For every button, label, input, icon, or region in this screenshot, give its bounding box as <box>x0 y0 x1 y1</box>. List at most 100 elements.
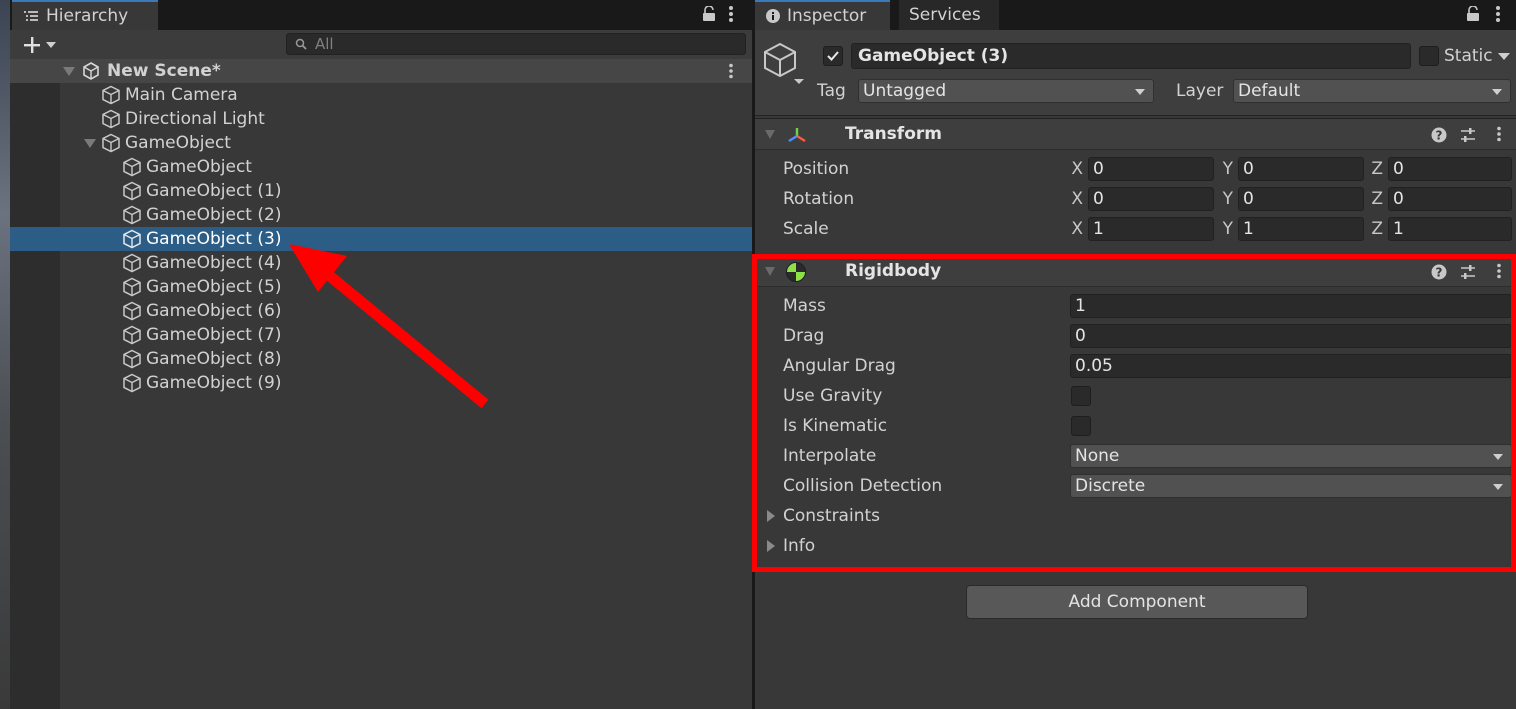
static-checkbox[interactable] <box>1419 46 1439 66</box>
position-x-field[interactable]: 0 <box>1088 157 1214 181</box>
object-name-value: GameObject (3) <box>858 46 1009 66</box>
hierarchy-item-gameobject-3[interactable]: GameObject (3) <box>10 227 752 251</box>
list-item-label: GameObject <box>146 157 252 177</box>
info-label[interactable]: Info <box>783 536 815 556</box>
add-component-button[interactable]: Add Component <box>966 585 1308 619</box>
hierarchy-item-gameobject-1[interactable]: GameObject (1) <box>10 179 752 203</box>
hierarchy-tabbar: Hierarchy <box>10 0 752 30</box>
angular-drag-field[interactable]: 0.05 <box>1070 354 1512 378</box>
kebab-menu-icon[interactable] <box>1495 5 1501 23</box>
component-menu-icon[interactable] <box>1496 126 1502 142</box>
axis-y-label: Y <box>1222 159 1233 179</box>
hierarchy-search-input[interactable]: All <box>286 33 746 55</box>
scale-z-field[interactable]: 1 <box>1388 217 1512 241</box>
scale-y-value: 1 <box>1243 219 1254 239</box>
rotation-z-field[interactable]: 0 <box>1388 187 1512 211</box>
scene-row[interactable]: New Scene* <box>10 59 752 83</box>
gameobject-icon <box>101 85 121 105</box>
gameobject-icon <box>122 205 142 225</box>
tab-services-label: Services <box>909 5 981 25</box>
rigidbody-header[interactable]: Rigidbody ? <box>755 255 1516 287</box>
position-z-value: 0 <box>1393 159 1404 179</box>
tab-services[interactable]: Services <box>899 0 999 30</box>
hierarchy-item-gameobject[interactable]: GameObject <box>10 155 752 179</box>
mass-field[interactable]: 1 <box>1070 294 1512 318</box>
rotation-y-field[interactable]: 0 <box>1238 187 1364 211</box>
layer-label: Layer <box>1176 81 1224 101</box>
component-menu-icon[interactable] <box>1496 263 1502 279</box>
foldout-expanded-icon[interactable] <box>765 130 775 139</box>
help-icon[interactable]: ? <box>1431 264 1447 280</box>
rigidbody-title: Rigidbody <box>845 261 942 281</box>
chevron-down-icon <box>1493 484 1503 490</box>
lock-icon[interactable] <box>1466 6 1480 22</box>
list-item-label: GameObject (7) <box>146 325 282 345</box>
hierarchy-item-gameobject-parent[interactable]: GameObject <box>10 131 752 155</box>
foldout-collapsed-icon[interactable] <box>767 540 775 552</box>
hierarchy-item-gameobject-8[interactable]: GameObject (8) <box>10 347 752 371</box>
layer-dropdown[interactable]: Default <box>1233 79 1511 103</box>
transform-title: Transform <box>845 124 942 144</box>
search-placeholder: All <box>315 35 334 53</box>
foldout-expanded-icon[interactable] <box>61 63 77 79</box>
hierarchy-item-gameobject-6[interactable]: GameObject (6) <box>10 299 752 323</box>
scene-menu-icon[interactable] <box>728 63 734 79</box>
scale-label: Scale <box>783 219 829 239</box>
scene-view-edge <box>0 0 10 709</box>
hierarchy-item-gameobject-9[interactable]: GameObject (9) <box>10 371 752 395</box>
rotation-x-field[interactable]: 0 <box>1088 187 1214 211</box>
is-kinematic-label: Is Kinematic <box>783 416 888 436</box>
scale-y-field[interactable]: 1 <box>1238 217 1364 241</box>
lock-icon[interactable] <box>702 6 716 22</box>
position-y-value: 0 <box>1243 159 1254 179</box>
hierarchy-item-directional-light[interactable]: Directional Light <box>10 107 752 131</box>
use-gravity-checkbox[interactable] <box>1071 386 1091 406</box>
list-item-label: GameObject <box>125 133 231 153</box>
list-item-label: GameObject (4) <box>146 253 282 273</box>
list-item-label: GameObject (2) <box>146 205 282 225</box>
gameobject-large-icon[interactable] <box>763 42 805 86</box>
tab-hierarchy[interactable]: Hierarchy <box>12 0 158 30</box>
interpolate-dropdown[interactable]: None <box>1070 444 1512 468</box>
hierarchy-item-main-camera[interactable]: Main Camera <box>10 83 752 107</box>
drag-field[interactable]: 0 <box>1070 324 1512 348</box>
transform-header[interactable]: Transform ? <box>755 118 1516 150</box>
interpolate-value: None <box>1075 446 1120 466</box>
tag-dropdown[interactable]: Untagged <box>858 79 1154 103</box>
axis-x-label: X <box>1071 159 1083 179</box>
constraints-label[interactable]: Constraints <box>783 506 880 526</box>
scale-x-field[interactable]: 1 <box>1088 217 1214 241</box>
position-z-field[interactable]: 0 <box>1388 157 1512 181</box>
drag-value: 0 <box>1075 326 1086 346</box>
gameobject-icon <box>122 373 142 393</box>
create-button[interactable] <box>22 35 56 55</box>
list-item-label: GameObject (6) <box>146 301 282 321</box>
foldout-expanded-icon[interactable] <box>82 135 98 151</box>
svg-text:?: ? <box>1436 129 1443 143</box>
tab-inspector[interactable]: Inspector <box>755 0 890 30</box>
hierarchy-panel: Hierarchy All New Scene* Main Camera Dir… <box>10 0 752 709</box>
object-name-field[interactable]: GameObject (3) <box>851 43 1411 69</box>
foldout-expanded-icon[interactable] <box>765 267 775 276</box>
hierarchy-item-gameobject-7[interactable]: GameObject (7) <box>10 323 752 347</box>
axis-x-label: X <box>1071 189 1083 209</box>
hierarchy-item-gameobject-2[interactable]: GameObject (2) <box>10 203 752 227</box>
collision-detection-dropdown[interactable]: Discrete <box>1070 474 1512 498</box>
active-checkbox[interactable] <box>823 46 843 66</box>
help-icon[interactable]: ? <box>1431 127 1447 143</box>
list-item-label: GameObject (9) <box>146 373 282 393</box>
presets-icon[interactable] <box>1460 127 1476 143</box>
list-icon <box>24 10 38 22</box>
list-item-label: GameObject (5) <box>146 277 282 297</box>
position-y-field[interactable]: 0 <box>1238 157 1364 181</box>
axis-x-label: X <box>1071 219 1083 239</box>
hierarchy-item-gameobject-4[interactable]: GameObject (4) <box>10 251 752 275</box>
presets-icon[interactable] <box>1460 264 1476 280</box>
kebab-menu-icon[interactable] <box>728 5 734 23</box>
is-kinematic-checkbox[interactable] <box>1071 416 1091 436</box>
static-dropdown-icon[interactable] <box>1498 53 1510 61</box>
foldout-collapsed-icon[interactable] <box>767 510 775 522</box>
position-x-value: 0 <box>1093 159 1104 179</box>
gameobject-icon <box>122 229 142 249</box>
hierarchy-item-gameobject-5[interactable]: GameObject (5) <box>10 275 752 299</box>
